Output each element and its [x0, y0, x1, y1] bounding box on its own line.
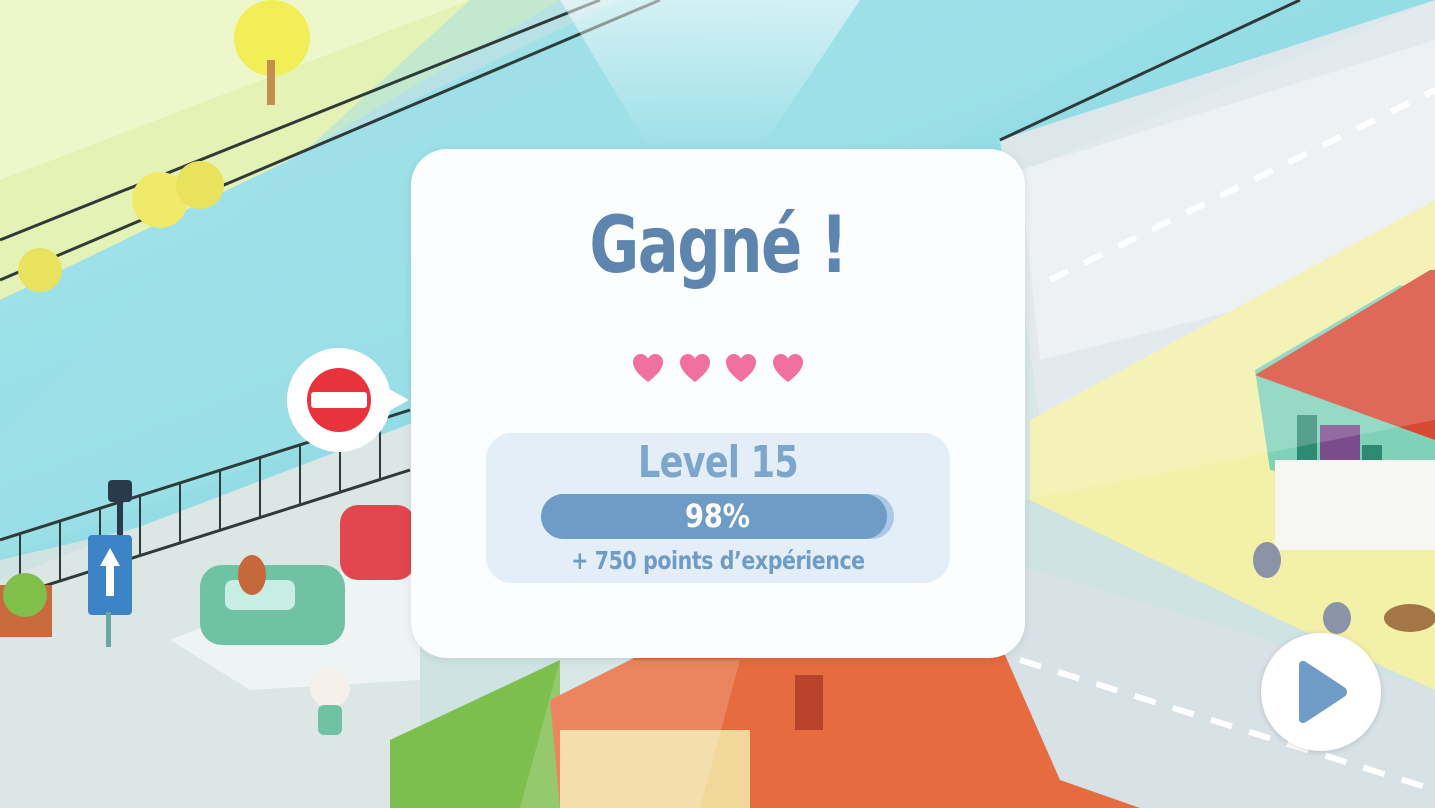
- heart-icon: [633, 354, 663, 382]
- level-label: Level 15: [637, 437, 799, 488]
- experience-progress-bar: 98%: [541, 494, 894, 539]
- level-complete-dialog: Gagné ! Level 15 98% + 750 points d’expé…: [411, 149, 1025, 658]
- level-progress-panel: Level 15 98% + 750 points d’expérience: [486, 433, 950, 583]
- experience-points-text: + 750 points d’expérience: [571, 546, 865, 575]
- progress-percent: 98%: [684, 497, 751, 535]
- heart-icon: [772, 354, 803, 382]
- heart-icon: [726, 354, 757, 382]
- no-entry-sign-icon: [287, 348, 409, 452]
- play-arrow-icon: [1299, 661, 1347, 723]
- next-button[interactable]: [1261, 633, 1381, 751]
- hearts-rating: [631, 352, 805, 386]
- heart-icon: [679, 354, 710, 382]
- result-title: Gagné !: [589, 201, 848, 291]
